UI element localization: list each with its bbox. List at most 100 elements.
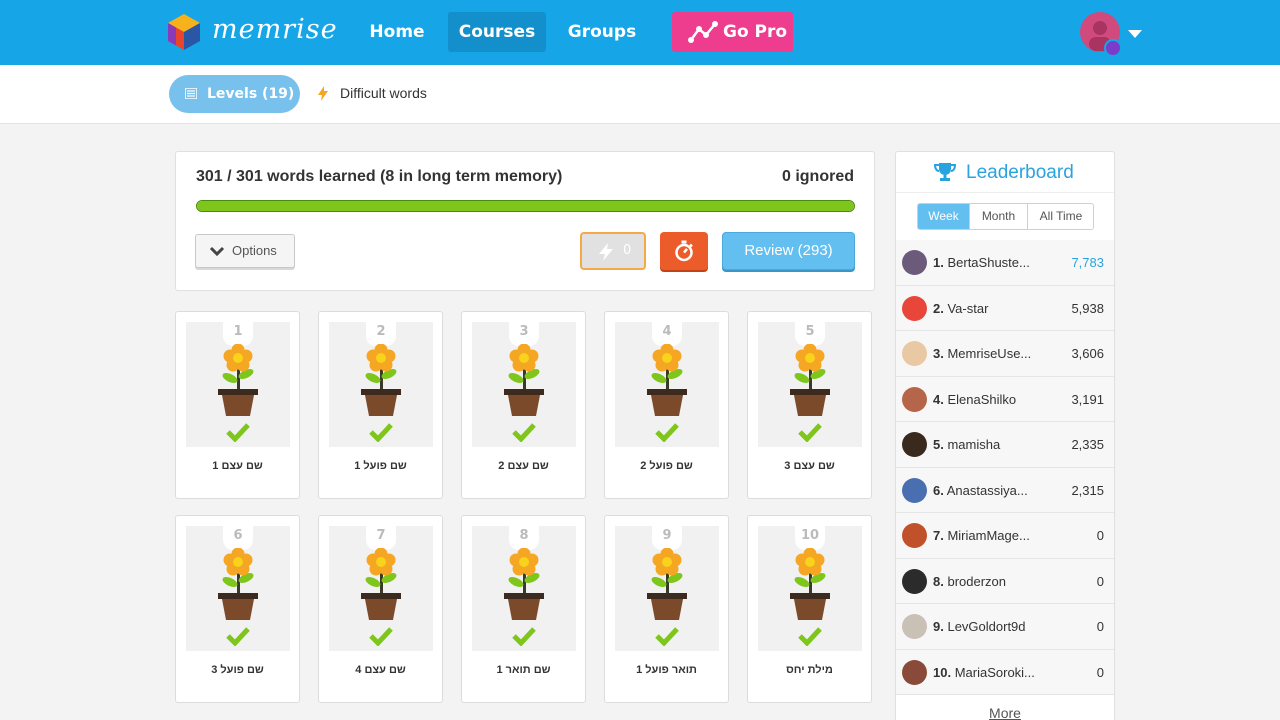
level-card[interactable]: 9 תואר פועל 1 [604, 515, 729, 703]
nav-courses[interactable]: Courses [448, 12, 546, 52]
avatar[interactable] [902, 477, 927, 503]
level-number: 6 [223, 526, 253, 550]
leaderboard-row[interactable]: 2. Va-star 5,938 [896, 286, 1114, 331]
leaderboard-rank: 6. [933, 482, 944, 498]
leaderboard-rank: 1. [933, 255, 944, 270]
checkmark-icon [512, 423, 536, 442]
leaderboard-more-link[interactable]: More [896, 705, 1114, 720]
leaderboard-user[interactable]: 10. MariaSoroki... [933, 665, 1035, 680]
level-card[interactable]: 3 שם עצם 2 [461, 311, 586, 499]
leaderboard-points: 7,783 [1071, 255, 1104, 270]
leaderboard-user[interactable]: 4. ElenaShilko [933, 392, 1016, 407]
avatar[interactable] [902, 295, 927, 321]
avatar[interactable] [902, 614, 927, 639]
leaderboard-username: MiriamMage... [947, 528, 1030, 543]
checkmark-icon [226, 627, 250, 646]
trophy-icon [934, 163, 956, 181]
level-title: שם עצם 4 [355, 664, 406, 676]
leaderboard-user[interactable]: 8. broderzon [933, 574, 1006, 589]
level-illustration: 5 [758, 322, 862, 447]
nav-groups[interactable]: Groups [560, 12, 644, 52]
avatar[interactable] [902, 523, 927, 548]
leaderboard-points: 0 [1096, 528, 1104, 543]
level-illustration: 2 [329, 322, 433, 447]
level-title: תואר פועל 1 [636, 664, 697, 676]
checkmark-icon [655, 627, 679, 646]
leaderboard-points: 0 [1096, 573, 1104, 589]
leaderboard-user[interactable]: 9. LevGoldort9d [933, 619, 1026, 634]
avatar[interactable] [902, 432, 927, 457]
nav-home[interactable]: Home [360, 12, 434, 52]
leaderboard-username: LevGoldort9d [947, 619, 1026, 634]
microphone-badge-icon [1104, 39, 1122, 57]
levels-tab[interactable]: Levels (19) [169, 75, 300, 113]
speed-review-button[interactable]: 0 [580, 232, 646, 270]
level-card[interactable]: 5 שם עצם 3 [747, 311, 872, 499]
leaderboard-row[interactable]: 9. LevGoldort9d 0 [896, 604, 1114, 650]
memrise-logo-icon[interactable] [164, 12, 204, 52]
leaderboard-user[interactable]: 1. BertaShuste... [933, 255, 1030, 270]
level-number: 1 [223, 322, 253, 346]
progress-card: 301 / 301 words learned (8 in long term … [175, 151, 875, 291]
level-card[interactable]: 7 שם עצם 4 [318, 515, 443, 703]
tab-week[interactable]: Week [918, 204, 970, 229]
level-card[interactable]: 2 שם פועל 1 [318, 311, 443, 499]
leaderboard-user[interactable]: 3. MemriseUse... [933, 346, 1031, 361]
avatar[interactable] [902, 568, 927, 594]
leaderboard-username: mamisha [947, 437, 1001, 452]
leaderboard-points: 0 [1096, 619, 1104, 634]
level-card[interactable]: 6 שם פועל 3 [175, 515, 300, 703]
stopwatch-button[interactable] [660, 232, 708, 270]
options-button[interactable]: Options [195, 234, 295, 268]
leaderboard-row[interactable]: 3. MemriseUse... 3,606 [896, 331, 1114, 377]
level-number: 9 [652, 526, 682, 550]
leaderboard-row[interactable]: 4. ElenaShilko 3,191 [896, 377, 1114, 422]
leaderboard-row[interactable]: 8. broderzon 0 [896, 559, 1114, 604]
sub-nav: Levels (19) Difficult words [0, 65, 1280, 124]
checkmark-icon [226, 423, 250, 442]
flower-pot-icon [361, 548, 401, 620]
level-illustration: 9 [615, 526, 719, 651]
leaderboard-points: 0 [1096, 664, 1104, 680]
leaderboard-header: Leaderboard [896, 152, 1114, 193]
leaderboard-user[interactable]: 2. Va-star [933, 301, 988, 316]
logo-text[interactable]: memrise [212, 14, 338, 45]
level-card[interactable]: 10 מילת יחס [747, 515, 872, 703]
chevron-down-icon[interactable] [1128, 30, 1142, 38]
flower-pot-icon [218, 548, 258, 620]
leaderboard-row[interactable]: 7. MiriamMage... 0 [896, 513, 1114, 559]
leaderboard-row[interactable]: 6. Anastassiya... 2,315 [896, 468, 1114, 513]
review-button[interactable]: Review (293) [722, 232, 855, 270]
level-illustration: 6 [186, 526, 290, 651]
leaderboard-user[interactable]: 5. mamisha [933, 437, 1000, 452]
leaderboard-points: 2,315 [1071, 482, 1104, 498]
leaderboard-points: 3,191 [1071, 391, 1104, 407]
leaderboard-username: Anastassiya... [946, 482, 1028, 498]
go-pro-button[interactable]: Go Pro [672, 12, 793, 52]
tab-month[interactable]: Month [970, 204, 1028, 229]
level-number: 5 [795, 322, 825, 346]
level-card[interactable]: 8 שם תואר 1 [461, 515, 586, 703]
leaderboard-points: 5,938 [1071, 300, 1104, 316]
progress-bar [196, 200, 855, 212]
leaderboard-user[interactable]: 7. MiriamMage... [933, 528, 1030, 543]
top-nav: memrise Home Courses Groups Go Pro [0, 0, 1280, 65]
checkmark-icon [512, 627, 536, 646]
tab-all-time[interactable]: All Time [1028, 204, 1093, 229]
level-title: שם עצם 1 [212, 460, 263, 472]
leaderboard: Leaderboard Week Month All Time 1. Berta… [895, 151, 1115, 720]
avatar[interactable] [902, 341, 927, 366]
speed-review-count: 0 [623, 243, 632, 258]
flower-pot-icon [647, 548, 687, 620]
leaderboard-row[interactable]: 10. MariaSoroki... 0 [896, 650, 1114, 695]
leaderboard-row[interactable]: 1. BertaShuste... 7,783 [896, 240, 1114, 286]
difficult-words-tab[interactable]: Difficult words [340, 85, 427, 101]
avatar[interactable] [902, 250, 927, 275]
leaderboard-user[interactable]: 6. Anastassiya... [933, 483, 1028, 498]
avatar[interactable] [902, 659, 927, 685]
chevron-down-icon [209, 246, 225, 256]
leaderboard-row[interactable]: 5. mamisha 2,335 [896, 422, 1114, 468]
level-card[interactable]: 4 שם פועל 2 [604, 311, 729, 499]
avatar[interactable] [902, 386, 927, 412]
level-card[interactable]: 1 שם עצם 1 [175, 311, 300, 499]
